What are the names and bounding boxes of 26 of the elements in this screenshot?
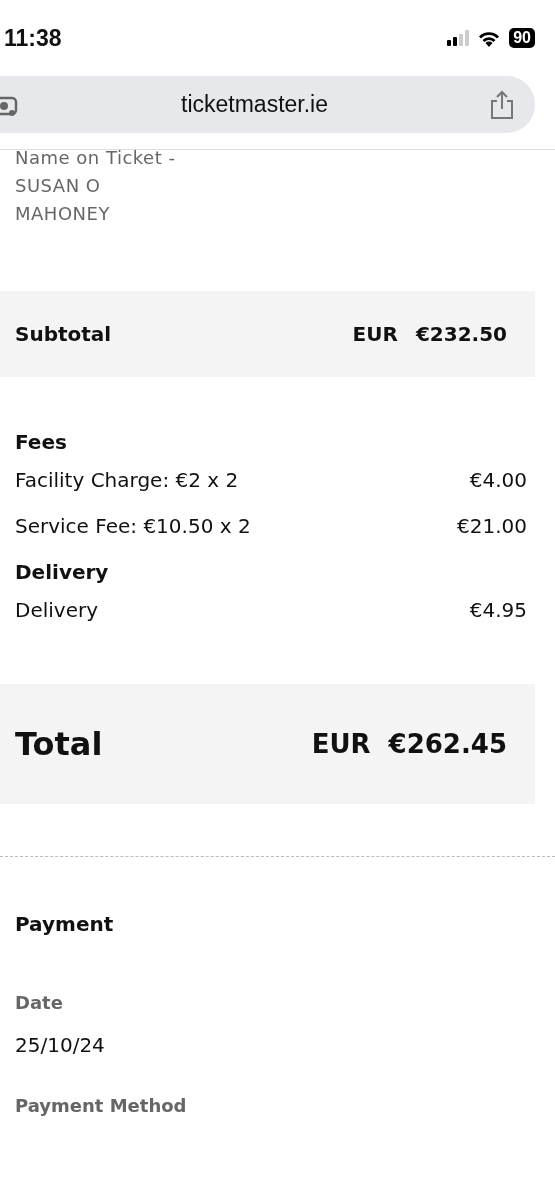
signal-icon: [447, 30, 470, 46]
fee-amount: €21.00: [457, 514, 527, 538]
total-amount: €262.45: [388, 729, 507, 759]
total-label: Total: [15, 725, 103, 763]
section-heading: Delivery: [15, 560, 110, 584]
fee-label: Facility Charge: €2 x 2: [15, 468, 239, 492]
ticket-name-text: Name on Ticket - SUSAN O MAHONEY: [14, 146, 177, 226]
fee-amount: €4.00: [469, 468, 527, 492]
payment-heading: Payment: [15, 912, 115, 936]
share-icon[interactable]: [489, 89, 515, 120]
currency-code: EUR: [352, 322, 398, 346]
currency-code: EUR: [311, 729, 371, 759]
url-text: ticketmaster.ie: [181, 91, 328, 118]
battery-icon: 90: [509, 28, 535, 48]
subtotal-label: Subtotal: [15, 322, 112, 346]
field-label: Date: [15, 992, 64, 1013]
field-label: Payment Method: [15, 1095, 188, 1116]
fee-amount: €4.95: [469, 598, 527, 622]
address-bar[interactable]: ticketmaster.ie: [0, 76, 535, 133]
fee-label: Delivery: [15, 598, 99, 622]
subtotal-amount: €232.50: [415, 322, 507, 346]
field-value: 25/10/24: [15, 1033, 106, 1057]
section-heading: Fees: [15, 430, 68, 454]
wifi-icon: [477, 29, 502, 47]
fee-label: Service Fee: €10.50 x 2: [15, 514, 251, 538]
clock-time: 11:38: [4, 24, 62, 52]
